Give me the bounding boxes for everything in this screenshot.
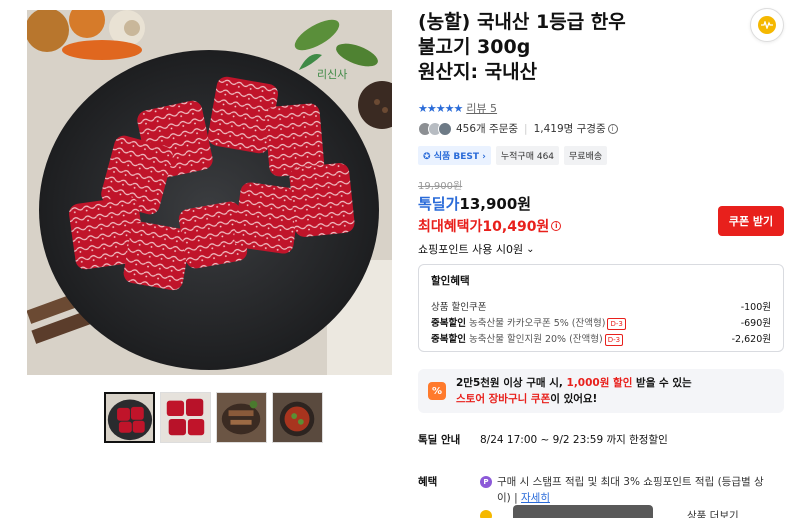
thumbnail-1[interactable] xyxy=(104,392,155,443)
stamp-button[interactable] xyxy=(750,8,784,42)
info-icon[interactable]: i xyxy=(551,221,562,231)
discount-label: 상품 할인쿠폰 xyxy=(431,302,487,313)
thumbnail-2[interactable] xyxy=(160,392,211,443)
thumbnail-3[interactable] xyxy=(216,392,267,443)
product-title: (농할) 국내산 1등급 한우 불고기 300g 원산지: 국내산 xyxy=(418,10,698,85)
chevron-down-icon: ⌄ xyxy=(526,243,535,255)
promo-highlight: 1,000원 할인 xyxy=(566,377,633,389)
cart-coupon-promo[interactable]: % 2만5천원 이상 구매 시, 1,000원 할인 받을 수 있는 스토어 장… xyxy=(418,369,784,413)
toast-overlay xyxy=(513,505,653,518)
max-benefit-price: 10,490원 xyxy=(482,219,550,235)
details-link[interactable]: 자세히 xyxy=(521,492,550,504)
thumbnail-strip xyxy=(104,392,323,443)
review-link[interactable]: 리뷰 5 xyxy=(466,100,497,116)
deal-label: 톡딜가 xyxy=(418,195,460,213)
dday-badge: D-3 xyxy=(604,333,624,346)
tag-label: 식품 BEST xyxy=(433,152,480,162)
rating-row: ★★★★★ 리뷰 5 xyxy=(418,100,497,116)
discount-type: 중복할인 xyxy=(431,333,466,345)
divider: | xyxy=(524,122,528,135)
point-icon: P xyxy=(480,476,492,488)
discount-amount: -2,620원 xyxy=(731,334,771,345)
discount-row: 중복할인 농축산물 카카오쿠폰 5% (잔액형) D-3 -690원 xyxy=(431,314,771,330)
coupon-button[interactable]: 쿠폰 받기 xyxy=(718,206,784,236)
avatar xyxy=(438,121,452,136)
social-proof-row: 456개 주문중 | 1,419명 구경중 i xyxy=(418,121,618,136)
percent-icon: % xyxy=(428,382,446,400)
benefit-key: 혜택 xyxy=(418,476,438,488)
deal-info-value: 8/24 17:00 ~ 9/2 23:59 까지 한정할인 xyxy=(480,434,668,446)
ordering-count: 456개 주문중 xyxy=(456,123,519,135)
watching-count: 1,419명 구경중 xyxy=(533,123,606,135)
tag-list: ✪ 식품 BEST › 누적구매 464 무료배송 xyxy=(418,146,608,165)
discount-type: 중복할인 xyxy=(431,317,466,329)
discount-desc: 농축산물 할인지원 20% (잔액형) xyxy=(469,333,603,345)
logo-text: 리신사 xyxy=(317,68,347,81)
benefit-row: 혜택 P 구매 시 스탬프 적립 및 최대 3% 쇼핑포인트 적립 (등급별 상… xyxy=(418,474,767,506)
promo-highlight: 스토어 장바구니 쿠폰 xyxy=(456,393,551,405)
buyer-avatars xyxy=(418,121,452,136)
discount-amount: -100원 xyxy=(740,302,771,313)
chevron-right-icon: › xyxy=(479,152,486,162)
title-line-1: (농할) 국내산 1등급 한우 xyxy=(418,11,626,33)
promo-text: 2만5천원 이상 구매 시, 1,000원 할인 받을 수 있는 스토어 장바구… xyxy=(456,375,692,407)
separator: | xyxy=(514,492,521,504)
dday-badge: D-3 xyxy=(607,317,626,330)
discount-desc: 농축산물 카카오쿠폰 5% (잔액형) xyxy=(469,317,606,329)
info-icon[interactable]: i xyxy=(607,123,618,134)
tag-free-shipping: 무료배송 xyxy=(564,146,608,165)
more-products-link[interactable]: 상품 더보기 xyxy=(687,508,739,518)
discount-row: 중복할인 농축산물 할인지원 20% (잔액형) D-3 -2,620원 xyxy=(431,330,771,346)
tag-food-best[interactable]: ✪ 식품 BEST › xyxy=(418,146,491,165)
discount-row: 상품 할인쿠폰 -100원 xyxy=(431,298,771,314)
discount-amount: -690원 xyxy=(740,318,771,329)
deal-price: 13,900원 xyxy=(459,195,532,213)
title-line-3: 원산지: 국내산 xyxy=(418,61,538,83)
stamp-icon xyxy=(758,16,776,34)
benefit-text: 구매 시 스탬프 적립 및 최대 3% 쇼핑포인트 적립 (등급별 상이) | … xyxy=(497,474,767,506)
max-benefit-price-row: 최대혜택가 10,490원 i xyxy=(418,216,562,236)
max-benefit-label: 최대혜택가 xyxy=(418,219,483,235)
tag-cumulative-purchase: 누적구매 464 xyxy=(495,146,560,165)
main-product-image[interactable]: 리신사 xyxy=(27,10,392,375)
thumbnail-4[interactable] xyxy=(272,392,323,443)
discount-title: 할인혜택 xyxy=(431,275,470,287)
coin-icon xyxy=(480,509,492,518)
title-line-2: 불고기 300g xyxy=(418,36,531,58)
promo-text-part: 받을 수 있는 xyxy=(632,377,692,389)
original-price: 19,900원 xyxy=(418,181,463,192)
star-rating-icon: ★★★★★ xyxy=(418,101,463,115)
promo-text-part: 이 있어요! xyxy=(550,393,598,405)
discount-box: 할인혜택 상품 할인쿠폰 -100원 중복할인 농축산물 카카오쿠폰 5% (잔… xyxy=(418,264,784,352)
points-dropdown[interactable]: 쇼핑포인트 사용 시0원 ⌄ xyxy=(418,241,534,257)
deal-info-row: 톡딜 안내 8/24 17:00 ~ 9/2 23:59 까지 한정할인 xyxy=(418,432,668,447)
deal-info-key: 톡딜 안내 xyxy=(418,434,461,446)
points-text: 쇼핑포인트 사용 시0원 xyxy=(418,243,524,256)
badge-icon: ✪ xyxy=(423,152,434,162)
deal-price-row: 톡딜가 13,900원 xyxy=(418,193,531,214)
promo-text-part: 2만5천원 이상 구매 시, xyxy=(456,377,567,389)
